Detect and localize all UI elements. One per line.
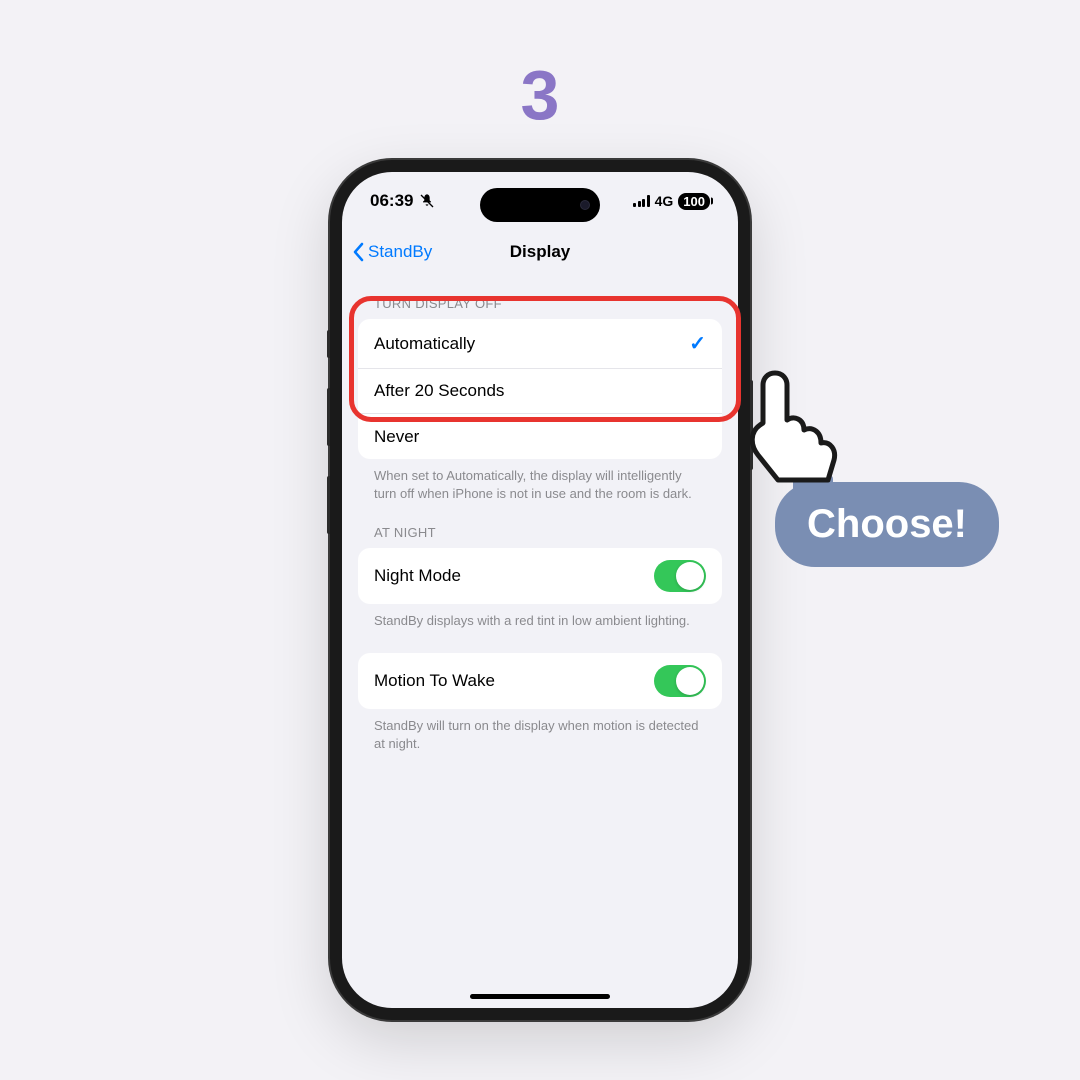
section-header-turn-off: TURN DISPLAY OFF — [358, 274, 722, 319]
chevron-left-icon — [352, 242, 364, 262]
section-footer-motion: StandBy will turn on the display when mo… — [358, 709, 722, 753]
network-label: 4G — [655, 193, 674, 209]
phone-screen: 06:39 4G 100 StandBy Displ — [342, 172, 738, 1008]
status-time: 06:39 — [370, 191, 413, 211]
silent-bell-icon — [419, 193, 435, 209]
pointer-hand-icon — [718, 370, 848, 510]
turn-display-off-group: Automatically ✓ After 20 Seconds Never — [358, 319, 722, 459]
nav-bar: StandBy Display — [342, 230, 738, 274]
option-label: After 20 Seconds — [374, 381, 504, 401]
option-never[interactable]: Never — [358, 414, 722, 459]
camera-dot — [580, 200, 590, 210]
back-label: StandBy — [368, 242, 432, 262]
settings-content: TURN DISPLAY OFF Automatically ✓ After 2… — [342, 274, 738, 1008]
option-label: Automatically — [374, 334, 475, 354]
battery-indicator: 100 — [678, 193, 710, 210]
checkmark-icon: ✓ — [689, 331, 706, 356]
motion-to-wake-row: Motion To Wake — [358, 653, 722, 709]
page-title: Display — [510, 242, 570, 262]
signal-bars-icon — [633, 195, 650, 207]
section-footer-turn-off: When set to Automatically, the display w… — [358, 459, 722, 503]
option-after-20-seconds[interactable]: After 20 Seconds — [358, 369, 722, 414]
night-mode-row: Night Mode — [358, 548, 722, 604]
phone-side-buttons-left — [327, 330, 330, 534]
motion-to-wake-group: Motion To Wake — [358, 653, 722, 709]
night-mode-toggle[interactable] — [654, 560, 706, 592]
option-automatically[interactable]: Automatically ✓ — [358, 319, 722, 369]
section-footer-night-mode: StandBy displays with a red tint in low … — [358, 604, 722, 630]
home-indicator[interactable] — [470, 994, 610, 999]
motion-to-wake-toggle[interactable] — [654, 665, 706, 697]
option-label: Never — [374, 427, 419, 447]
phone-frame: 06:39 4G 100 StandBy Displ — [330, 160, 750, 1020]
dynamic-island — [480, 188, 600, 222]
back-button[interactable]: StandBy — [352, 242, 432, 262]
motion-to-wake-label: Motion To Wake — [374, 671, 495, 691]
night-mode-group: Night Mode — [358, 548, 722, 604]
night-mode-label: Night Mode — [374, 566, 461, 586]
step-number: 3 — [521, 55, 560, 135]
section-header-at-night: AT NIGHT — [358, 503, 722, 548]
